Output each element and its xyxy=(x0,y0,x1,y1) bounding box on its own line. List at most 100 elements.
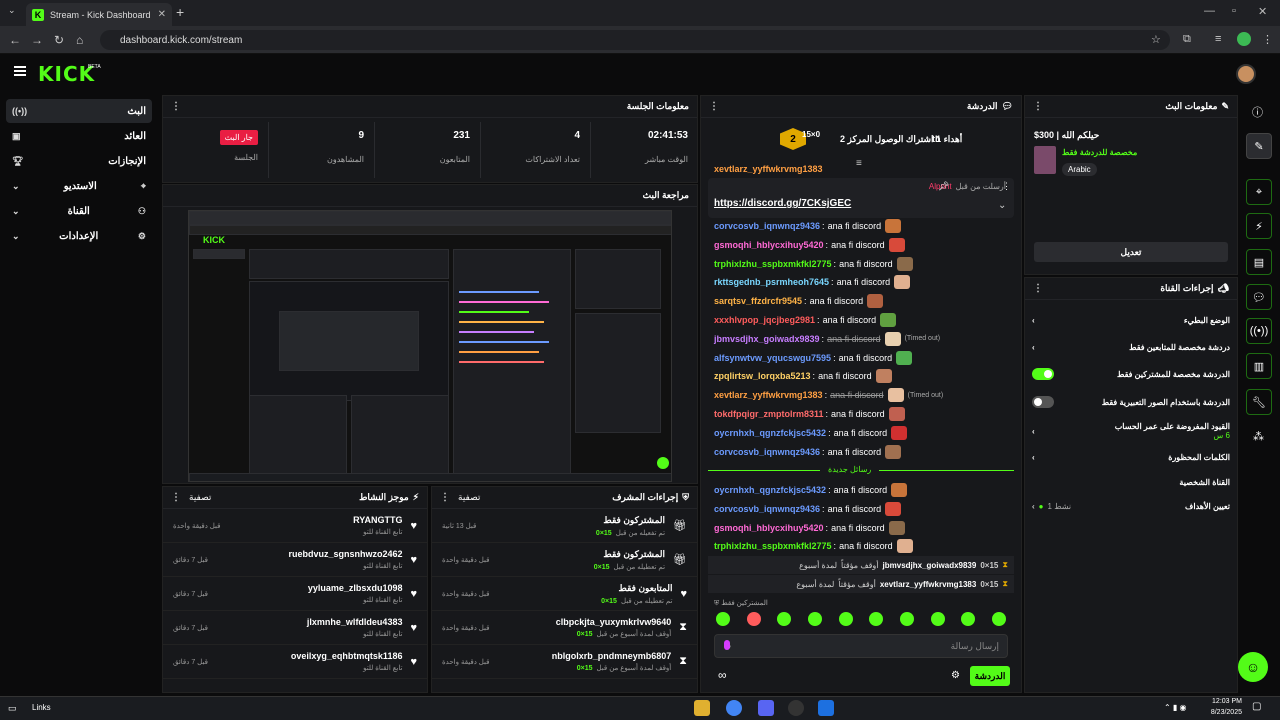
close-tab-icon[interactable]: ✕ xyxy=(158,9,166,20)
edit-stream-button[interactable]: تعديل xyxy=(1034,242,1228,262)
filter-button[interactable]: تصفية xyxy=(458,492,480,503)
pinned-kebab-icon[interactable]: ⋮ xyxy=(1002,181,1011,192)
info-icon[interactable]: ⓘ xyxy=(1252,104,1263,120)
bookmark-star-icon[interactable]: ☆ xyxy=(1151,33,1161,46)
clock-date[interactable]: 8/23/2025 xyxy=(1205,709,1242,716)
tab-search-icon[interactable]: ⌄ xyxy=(8,5,16,16)
chat-message[interactable]: trphixlzhu_sspbxmkfkl2775: ana fi discord xyxy=(714,537,1014,555)
chat-input[interactable]: إرسال رسالة☺ xyxy=(714,634,1008,658)
emote-icon[interactable] xyxy=(716,612,730,626)
send-chat-button[interactable]: الدردشة xyxy=(970,666,1010,686)
pinned-link[interactable]: https://discord.gg/7CKsjGEC xyxy=(714,198,851,209)
activity-user[interactable]: ruebdvuz_sgnsnhwzo2462 xyxy=(288,549,402,559)
activity-user[interactable]: jlxmnhe_wlfdldeu4383 xyxy=(307,617,403,627)
emote-icon[interactable] xyxy=(838,612,853,626)
message-user[interactable]: trphixlzhu_sspbxmkfkl2775 xyxy=(714,541,832,551)
slow-mode-row[interactable]: الوضع البطيء › xyxy=(1026,308,1236,332)
kebab-icon[interactable]: ⋮ xyxy=(1033,283,1043,294)
extensions-icon[interactable]: ⧉ xyxy=(1183,33,1191,46)
chat-message[interactable]: corvcosvb_iqnwnqz9436: ana fi discord xyxy=(714,217,1014,235)
app-icon[interactable] xyxy=(818,700,834,716)
filter-button[interactable]: تصفية xyxy=(189,492,211,503)
message-user[interactable]: xxxhlvpop_jqcjbeg2981 xyxy=(714,315,815,325)
chat-message[interactable]: trphixlzhu_sspbxmkfkl2775: ana fi discord xyxy=(714,255,1014,273)
account-age-row[interactable]: القيود المفروضة على عمر الحساب 6 س › xyxy=(1026,418,1236,444)
pinned-message[interactable]: أرسلت من قبل Alpont 📌︎ ⋮ https://discord.… xyxy=(708,178,1014,218)
message-user[interactable]: zpqlirtsw_lorqxba5213 xyxy=(714,371,811,381)
subscribers-only-toggle[interactable] xyxy=(1032,368,1054,380)
chat-message[interactable]: xxxhlvpop_jqcjbeg2981: ana fi discord xyxy=(714,311,1014,329)
support-chat-button[interactable]: ☺ xyxy=(1238,652,1268,682)
kebab-icon[interactable]: ⋮ xyxy=(440,492,450,503)
sidebar-item-studio[interactable]: ⌖ الاستديو ⌄ xyxy=(6,174,152,198)
note-icon[interactable]: ▤ xyxy=(1246,249,1272,275)
reload-icon[interactable]: ↻ xyxy=(54,33,64,47)
activity-user[interactable]: oveilxyg_eqhbtmqtsk1186 xyxy=(291,651,403,661)
emote-icon[interactable] xyxy=(807,612,822,626)
kebab-icon[interactable]: ⋮ xyxy=(171,101,181,112)
scroll-indicator-icon[interactable]: ≡ xyxy=(856,158,862,169)
message-user[interactable]: corvcosvb_iqnwnqz9436 xyxy=(714,221,820,231)
chat-icon[interactable]: 💬︎ xyxy=(1246,284,1272,310)
message-user[interactable]: oycrnhxh_qgnzfckjsc5432 xyxy=(714,428,826,438)
chat-message[interactable]: tokdfpqigr_zmptolrm8311: ana fi discord xyxy=(714,405,1014,423)
message-user[interactable]: oycrnhxh_qgnzfckjsc5432 xyxy=(714,485,826,495)
forward-icon[interactable]: → xyxy=(31,33,43,47)
chat-message[interactable]: xevtlarz_yyffwkrvmg1383: ana fi discord (T… xyxy=(714,386,1014,404)
chat-message[interactable]: gsmoqhi_hblycxihuy5420: ana fi discord xyxy=(714,519,1014,537)
close-window-icon[interactable]: ✕ xyxy=(1258,5,1267,18)
layout-icon[interactable]: ▥ xyxy=(1246,353,1272,379)
message-user[interactable]: tokdfpqigr_zmptolrm8311 xyxy=(714,409,824,419)
chat-settings-icon[interactable]: ⚙ xyxy=(951,670,960,681)
menu-icon[interactable] xyxy=(14,66,26,76)
chat-message[interactable]: corvcosvb_iqnwnqz9436: ana fi discord xyxy=(714,500,1014,518)
goals-row[interactable]: تعيين الأهداف نشط 1 ● › xyxy=(1026,494,1236,518)
emote-icon[interactable] xyxy=(746,612,761,626)
emote-icon[interactable] xyxy=(991,612,1006,626)
back-icon[interactable]: ← xyxy=(9,33,21,47)
message-user[interactable]: xevtlarz_yyffwkrvmg1383 xyxy=(714,390,823,400)
kebab-icon[interactable]: ⋮ xyxy=(171,492,181,503)
obs-icon[interactable] xyxy=(788,700,804,716)
wrench-icon[interactable]: 🔧︎ xyxy=(1246,389,1272,415)
kebab-icon[interactable]: ⋮ xyxy=(709,101,719,112)
url-field[interactable]: dashboard.kick.com/stream xyxy=(100,30,1170,50)
emote-only-toggle[interactable] xyxy=(1032,396,1054,408)
user-avatar[interactable] xyxy=(1236,64,1256,84)
chat-message[interactable]: oycrnhxh_qgnzfckjsc5432: ana fi discord xyxy=(714,424,1014,442)
message-user[interactable]: alfsynwtvw_yqucswgu7595 xyxy=(714,353,831,363)
broadcast-rail-icon[interactable]: ((•)) xyxy=(1246,318,1272,344)
file-explorer-icon[interactable] xyxy=(694,700,710,716)
stream-preview-video[interactable]: KICK xyxy=(188,210,672,482)
message-user[interactable]: corvcosvb_iqnwnqz9436 xyxy=(714,504,820,514)
pin-icon[interactable]: 📌︎ xyxy=(938,181,949,192)
chat-message[interactable]: oycrnhxh_qgnzfckjsc5432: ana fi discord xyxy=(714,481,1014,499)
message-user[interactable]: gsmoqhi_hblycxihuy5420 xyxy=(714,523,824,533)
home-icon[interactable]: ⌂ xyxy=(76,33,83,47)
widgets-icon[interactable]: ▭ xyxy=(8,703,17,714)
camera-icon[interactable]: ⌖ xyxy=(1246,179,1272,205)
message-user[interactable]: trphixlzhu_sspbxmkfkl2775 xyxy=(714,259,832,269)
message-user[interactable]: corvcosvb_iqnwnqz9436 xyxy=(714,447,820,457)
message-user[interactable]: rkttsgednb_psrmheoh7645 xyxy=(714,277,829,287)
new-tab-icon[interactable]: + xyxy=(176,4,184,20)
chevron-down-icon[interactable]: ⌄ xyxy=(998,200,1006,211)
notification-icon[interactable]: ▢ xyxy=(1252,701,1261,712)
pencil-icon[interactable]: ✎ xyxy=(1246,133,1272,159)
sidebar-item-settings[interactable]: ⚙ الإعدادات ⌄ xyxy=(6,224,152,248)
taskbar-links[interactable]: Links xyxy=(32,703,51,712)
chat-message[interactable]: rkttsgednb_psrmheoh7645: ana fi discord xyxy=(714,273,1014,291)
chrome-icon[interactable] xyxy=(726,700,742,716)
emote-icon[interactable] xyxy=(869,612,884,626)
emote-icon[interactable] xyxy=(961,612,976,626)
browser-tab[interactable]: K Stream - Kick Dashboard ✕ xyxy=(26,3,172,26)
chat-message[interactable]: gsmoqhi_hblycxihuy5420: ana fi discord xyxy=(714,236,1014,254)
sidebar-item-stream[interactable]: البث ((•)) xyxy=(6,99,152,123)
sidebar-item-achievements[interactable]: الإنجازات 🏆︎ xyxy=(6,149,152,173)
sidebar-item-revenue[interactable]: العائد ▣ xyxy=(6,124,152,148)
activity-user[interactable]: yyluame_zlbsxdu1098 xyxy=(308,583,403,593)
media-icon[interactable]: ≡ xyxy=(1215,33,1221,45)
infinity-icon[interactable]: ∞ xyxy=(718,668,727,682)
system-tray-icon[interactable]: ⌃ ▮ ◉ xyxy=(1164,703,1187,712)
chat-message[interactable]: jbmvsdjhx_goiwadx9839: ana fi discord (Tim… xyxy=(714,330,1014,348)
